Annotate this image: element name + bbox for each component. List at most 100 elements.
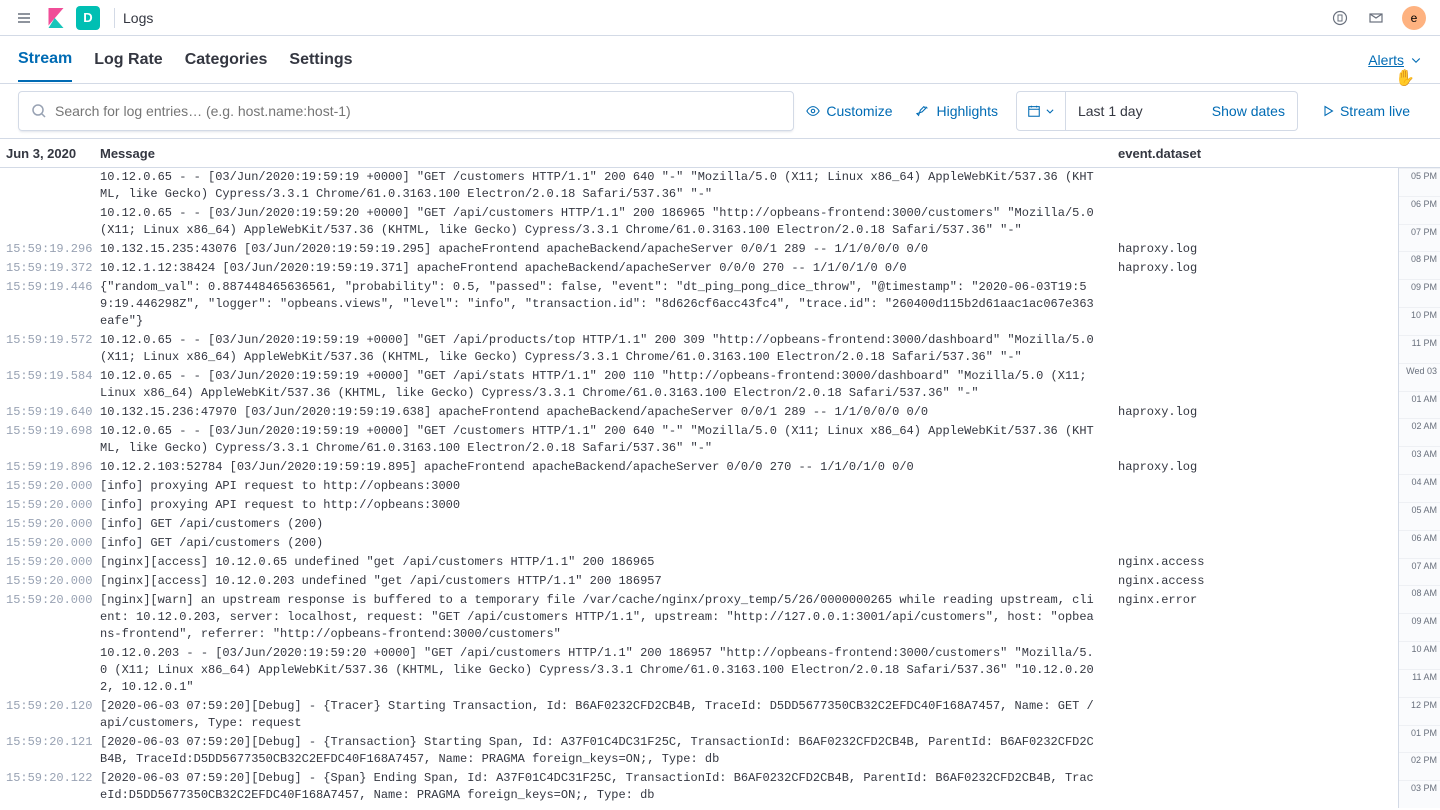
minimap-tick: 10 AM	[1399, 641, 1440, 669]
log-row[interactable]: 15:59:20.000[nginx][access] 10.12.0.203 …	[0, 572, 1398, 591]
search-icon	[31, 103, 47, 119]
log-row[interactable]: 15:59:20.000[info] GET /api/customers (2…	[0, 534, 1398, 553]
mail-button[interactable]	[1360, 2, 1392, 34]
tab-stream[interactable]: Stream	[18, 38, 72, 82]
log-time: 15:59:19.584	[6, 368, 100, 385]
minimap-tick: 11 AM	[1399, 669, 1440, 697]
top-header: D Logs e	[0, 0, 1440, 36]
log-row[interactable]: 15:59:19.446{"random_val": 0.88744846563…	[0, 278, 1398, 331]
log-time: 15:59:20.120	[6, 698, 100, 715]
log-row[interactable]: 15:59:20.000[info] proxying API request …	[0, 496, 1398, 515]
menu-icon	[16, 10, 32, 26]
log-time: 15:59:20.000	[6, 592, 100, 609]
minimap-tick: 06 PM	[1399, 196, 1440, 224]
log-message: [nginx][access] 10.12.0.65 undefined "ge…	[100, 554, 1118, 571]
breadcrumb: Logs	[123, 10, 153, 26]
hamburger-menu-button[interactable]	[8, 2, 40, 34]
avatar[interactable]: e	[1402, 6, 1426, 30]
minimap-tick: 08 PM	[1399, 251, 1440, 279]
tab-settings[interactable]: Settings	[289, 39, 352, 81]
log-dataset: nginx.access	[1118, 554, 1398, 571]
log-message: 10.12.0.65 - - [03/Jun/2020:19:59:20 +00…	[100, 205, 1118, 239]
mail-icon	[1368, 10, 1384, 26]
log-row[interactable]: 15:59:20.000[info] proxying API request …	[0, 477, 1398, 496]
log-time: 15:59:19.896	[6, 459, 100, 476]
log-message: [2020-06-03 07:59:20][Debug] - {Transact…	[100, 734, 1118, 768]
col-header-message: Message	[100, 146, 1118, 161]
newsfeed-icon	[1332, 10, 1348, 26]
log-row[interactable]: 15:59:20.122[2020-06-03 07:59:20][Debug]…	[0, 805, 1398, 808]
log-row[interactable]: 15:59:20.121[2020-06-03 07:59:20][Debug]…	[0, 733, 1398, 769]
log-row[interactable]: 15:59:19.64010.132.15.236:47970 [03/Jun/…	[0, 403, 1398, 422]
minimap-tick: 01 AM	[1399, 391, 1440, 419]
date-range-display[interactable]: Last 1 day Show dates	[1066, 91, 1298, 131]
log-row[interactable]: 15:59:19.57210.12.0.65 - - [03/Jun/2020:…	[0, 331, 1398, 367]
tabs-bar: Stream Log Rate Categories Settings Aler…	[0, 36, 1440, 84]
minimap-tick: 04 AM	[1399, 474, 1440, 502]
minimap-tick: 03 PM	[1399, 780, 1440, 808]
log-row[interactable]: 15:59:20.000[info] GET /api/customers (2…	[0, 515, 1398, 534]
log-row[interactable]: 15:59:19.37210.12.1.12:38424 [03/Jun/202…	[0, 259, 1398, 278]
minimap-tick: 05 AM	[1399, 502, 1440, 530]
log-row[interactable]: 15:59:19.69810.12.0.65 - - [03/Jun/2020:…	[0, 422, 1398, 458]
log-dataset: haproxy.log	[1118, 260, 1398, 277]
log-message: [nginx][warn] an upstream response is bu…	[100, 592, 1118, 643]
search-input[interactable]	[55, 103, 781, 119]
log-row[interactable]: 15:59:20.000[nginx][warn] an upstream re…	[0, 591, 1398, 644]
log-message: 10.12.0.203 - - [03/Jun/2020:19:59:20 +0…	[100, 645, 1118, 696]
highlights-button[interactable]: Highlights	[904, 91, 1009, 131]
date-picker-button[interactable]	[1016, 91, 1066, 131]
minimap-tick: 06 AM	[1399, 530, 1440, 558]
log-dataset: haproxy.log	[1118, 241, 1398, 258]
log-time: 15:59:20.000	[6, 535, 100, 552]
log-message: [2020-06-03 07:59:20][Debug] - {Span} En…	[100, 770, 1118, 804]
log-time: 15:59:20.121	[6, 734, 100, 751]
col-header-dataset: event.dataset	[1118, 146, 1398, 161]
minimap[interactable]: 05 PM06 PM07 PM08 PM09 PM10 PM11 PMWed 0…	[1398, 168, 1440, 808]
toolbar: Customize Highlights Last 1 day Show dat…	[0, 84, 1440, 138]
log-row[interactable]: 10.12.0.65 - - [03/Jun/2020:19:59:19 +00…	[0, 168, 1398, 204]
log-row[interactable]: 15:59:19.58410.12.0.65 - - [03/Jun/2020:…	[0, 367, 1398, 403]
log-message: 10.12.1.12:38424 [03/Jun/2020:19:59:19.3…	[100, 260, 1118, 277]
search-box[interactable]	[18, 91, 794, 131]
log-row[interactable]: 15:59:20.000[nginx][access] 10.12.0.65 u…	[0, 553, 1398, 572]
tab-log-rate[interactable]: Log Rate	[94, 39, 162, 81]
minimap-tick: 07 PM	[1399, 224, 1440, 252]
minimap-tick: 01 PM	[1399, 725, 1440, 753]
log-time: 15:59:20.000	[6, 497, 100, 514]
newsfeed-button[interactable]	[1324, 2, 1356, 34]
minimap-tick: 10 PM	[1399, 307, 1440, 335]
tab-categories[interactable]: Categories	[185, 39, 268, 81]
log-message: 10.12.0.65 - - [03/Jun/2020:19:59:19 +00…	[100, 169, 1118, 203]
log-time: 15:59:19.640	[6, 404, 100, 421]
stream-live-button[interactable]: Stream live	[1310, 91, 1422, 131]
log-row[interactable]: 10.12.0.65 - - [03/Jun/2020:19:59:20 +00…	[0, 204, 1398, 240]
log-row[interactable]: 15:59:19.29610.132.15.235:43076 [03/Jun/…	[0, 240, 1398, 259]
log-message: 10.132.15.236:47970 [03/Jun/2020:19:59:1…	[100, 404, 1118, 421]
log-time: 15:59:19.572	[6, 332, 100, 349]
log-message: 10.132.15.235:43076 [03/Jun/2020:19:59:1…	[100, 241, 1118, 258]
customize-label: Customize	[826, 103, 892, 119]
minimap-tick: 03 AM	[1399, 446, 1440, 474]
log-scroll-area[interactable]: 10.12.0.65 - - [03/Jun/2020:19:59:19 +00…	[0, 168, 1398, 808]
log-time: 15:59:20.122	[6, 770, 100, 787]
kibana-logo[interactable]	[40, 2, 72, 34]
minimap-tick: 11 PM	[1399, 335, 1440, 363]
log-message: [info] GET /api/customers (200)	[100, 535, 1118, 552]
calendar-icon	[1027, 104, 1041, 118]
alerts-dropdown[interactable]: Alerts ✋	[1368, 52, 1422, 68]
show-dates-link[interactable]: Show dates	[1212, 103, 1285, 119]
customize-button[interactable]: Customize	[794, 91, 904, 131]
log-row[interactable]: 15:59:20.122[2020-06-03 07:59:20][Debug]…	[0, 769, 1398, 805]
log-message: [2020-06-03 07:59:20][Debug] - {Transact…	[100, 806, 1118, 808]
date-range-label: Last 1 day	[1078, 103, 1143, 119]
breadcrumb-separator	[114, 8, 115, 28]
log-row[interactable]: 10.12.0.203 - - [03/Jun/2020:19:59:20 +0…	[0, 644, 1398, 697]
log-row[interactable]: 15:59:20.120[2020-06-03 07:59:20][Debug]…	[0, 697, 1398, 733]
log-row[interactable]: 15:59:19.89610.12.2.103:52784 [03/Jun/20…	[0, 458, 1398, 477]
log-message: 10.12.0.65 - - [03/Jun/2020:19:59:19 +00…	[100, 332, 1118, 366]
chevron-down-icon	[1410, 54, 1422, 66]
log-body: 10.12.0.65 - - [03/Jun/2020:19:59:19 +00…	[0, 168, 1440, 808]
log-time: 15:59:20.000	[6, 554, 100, 571]
app-badge[interactable]: D	[76, 6, 100, 30]
